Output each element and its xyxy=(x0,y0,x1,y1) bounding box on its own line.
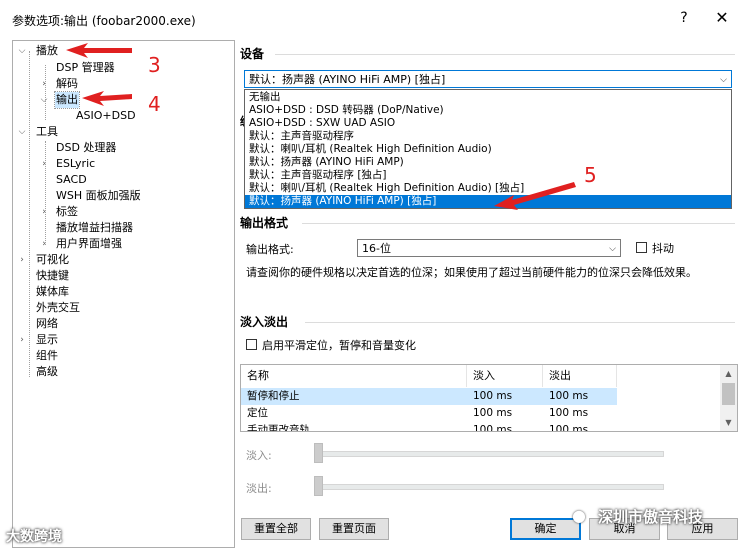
watermark-left: 大数跨境 xyxy=(6,529,62,545)
annotation-arrow-5 xyxy=(494,182,576,210)
annotation-arrow-3 xyxy=(66,43,132,58)
annotation-arrow-4 xyxy=(82,91,132,106)
annotation-number-4: 4 xyxy=(148,92,161,116)
annotation-number-5: 5 xyxy=(584,163,597,187)
annotation-arrows xyxy=(66,43,576,210)
annotation-number-3: 3 xyxy=(148,53,161,77)
wechat-icon: ● xyxy=(572,506,586,525)
watermark-right: 深圳市傲音科技 xyxy=(598,508,704,526)
